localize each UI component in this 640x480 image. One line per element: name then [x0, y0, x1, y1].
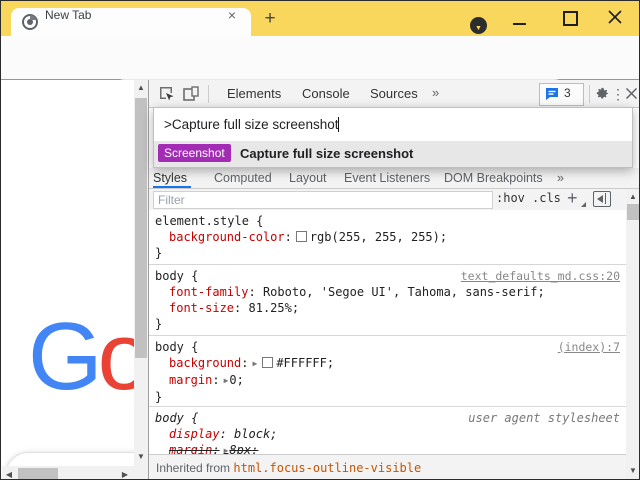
inherited-node-link[interactable]: html.focus-outline-visible: [233, 461, 421, 475]
style-rule-body-index[interactable]: body {(index):7 background: ▶ #FFFFFF; mar…: [149, 336, 626, 407]
message-bubble-icon: [546, 88, 558, 100]
scroll-left-icon[interactable]: ◀: [3, 469, 15, 479]
logo-letter-o: o: [98, 303, 134, 410]
stylesheet-link[interactable]: text_defaults_md.css:20: [461, 268, 620, 284]
chrome-tab-icon: [22, 14, 38, 30]
suggestion-label: Capture full size screenshot: [240, 146, 414, 161]
screenshot-badge: Screenshot: [158, 144, 231, 162]
command-input[interactable]: >Capture full size screenshot: [154, 108, 632, 141]
tab-dom-breakpoints[interactable]: DOM Breakpoints: [444, 171, 543, 185]
device-toolbar-icon[interactable]: [183, 86, 199, 102]
expand-triangle-icon[interactable]: ▶: [224, 376, 229, 385]
tab-styles[interactable]: Styles: [153, 171, 187, 185]
profile-caret-icon: ▼: [475, 25, 482, 32]
tab-sources[interactable]: Sources: [370, 86, 418, 101]
styles-scroll-thumb[interactable]: [627, 204, 639, 220]
tab-layout[interactable]: Layout: [289, 171, 327, 185]
property-name[interactable]: font-family: [169, 285, 248, 299]
google-logo: Go: [28, 302, 134, 412]
profile-chip[interactable]: ▼: [470, 17, 487, 34]
toggle-class-editor[interactable]: .cls: [532, 191, 561, 205]
inherited-from-row: Inherited from html.focus-outline-visibl…: [149, 454, 626, 479]
property-value[interactable]: Roboto, 'Segoe UI', Tahoma, sans-serif: [263, 285, 538, 299]
rule-selector: element.style: [155, 214, 249, 228]
close-window-button[interactable]: [607, 9, 623, 25]
toggle-hover-state[interactable]: :hov: [496, 191, 525, 205]
issues-count: 3: [564, 86, 571, 100]
filter-input[interactable]: Filter: [153, 191, 493, 209]
page-hscroll-thumb[interactable]: [18, 468, 58, 479]
new-tab-button[interactable]: +: [260, 9, 280, 29]
scroll-right-icon[interactable]: ▶: [119, 469, 131, 479]
devtools-menu-icon[interactable]: ⋮: [611, 84, 625, 104]
user-agent-label: user agent stylesheet: [468, 411, 620, 425]
property-value[interactable]: #FFFFFF: [276, 356, 327, 370]
command-input-text: >Capture full size screenshot: [164, 117, 339, 132]
tab-console[interactable]: Console: [302, 86, 350, 101]
logo-letter-g: G: [28, 303, 103, 410]
property-value[interactable]: 0: [229, 373, 236, 387]
expand-triangle-icon[interactable]: ▶: [252, 359, 257, 368]
more-tabs-icon[interactable]: »: [432, 85, 439, 100]
rule-selector: body: [155, 269, 184, 283]
property-name[interactable]: background: [169, 356, 241, 370]
style-rule-element[interactable]: element.style { background-color: rgb(255…: [149, 210, 626, 265]
stylesheet-link[interactable]: (index):7: [558, 339, 620, 355]
inherited-label: Inherited from: [156, 461, 234, 475]
property-value[interactable]: rgb(255, 255, 255): [310, 230, 440, 244]
toolbar-separator: [208, 85, 209, 103]
search-box-text: Search Goo: [56, 453, 134, 466]
minimize-button[interactable]: [513, 23, 526, 25]
scroll-up-icon[interactable]: ▲: [134, 82, 148, 94]
google-search-box[interactable]: Search Goo: [5, 452, 134, 466]
page-vscroll-thumb[interactable]: [135, 98, 147, 358]
command-menu: >Capture full size screenshot Screenshot…: [153, 107, 633, 168]
scroll-down-icon[interactable]: ▼: [134, 451, 148, 463]
page-content: Go Search Goo: [2, 80, 134, 466]
new-style-rule-button[interactable]: +: [567, 188, 578, 209]
property-name[interactable]: font-size: [169, 301, 234, 315]
maximize-button[interactable]: [563, 11, 578, 26]
property-name[interactable]: display: [169, 427, 220, 441]
color-swatch[interactable]: [262, 357, 274, 368]
tab-title: New Tab: [45, 8, 92, 22]
styles-scrollbar[interactable]: [626, 189, 639, 479]
property-name[interactable]: background-color: [169, 230, 285, 244]
more-tabs-icon[interactable]: »: [557, 171, 564, 185]
scroll-up-icon[interactable]: ▲: [626, 191, 639, 203]
rule-selector: body: [155, 411, 184, 425]
devtools-close-icon[interactable]: [625, 87, 638, 100]
text-cursor: [338, 117, 340, 132]
issues-counter-button[interactable]: 3: [539, 83, 584, 106]
styles-rule-list: element.style { background-color: rgb(255…: [149, 210, 626, 474]
scroll-down-icon[interactable]: ▼: [626, 465, 639, 477]
command-suggestion-row[interactable]: Screenshot Capture full size screenshot: [154, 141, 632, 167]
tab-close-icon[interactable]: ×: [223, 6, 241, 24]
toolbar-separator: [589, 85, 590, 103]
selected-tab-underline: [153, 186, 191, 188]
rule-selector: body: [155, 340, 184, 354]
tab-event-listeners[interactable]: Event Listeners: [344, 171, 430, 185]
title-bar: New Tab × + ▼: [1, 1, 639, 36]
browser-window: New Tab × + ▼ ← → Search Google or type …: [0, 0, 640, 480]
new-rule-dropdown-corner: [581, 202, 586, 207]
browser-toolbar: ← → Search Google or type a URL ☆ ⋮: [1, 36, 639, 107]
property-value[interactable]: block: [234, 427, 270, 441]
style-rule-body-defaults[interactable]: body {text_defaults_md.css:20 font-famil…: [149, 265, 626, 336]
color-swatch[interactable]: [295, 231, 307, 242]
property-value[interactable]: 81.25%: [249, 301, 292, 315]
inspect-element-icon[interactable]: [159, 86, 175, 102]
settings-gear-icon[interactable]: [595, 86, 610, 101]
tab-elements[interactable]: Elements: [227, 86, 281, 101]
toggle-sidebar-icon[interactable]: [593, 191, 611, 207]
property-name[interactable]: margin: [169, 373, 212, 387]
tab-computed[interactable]: Computed: [214, 171, 272, 185]
